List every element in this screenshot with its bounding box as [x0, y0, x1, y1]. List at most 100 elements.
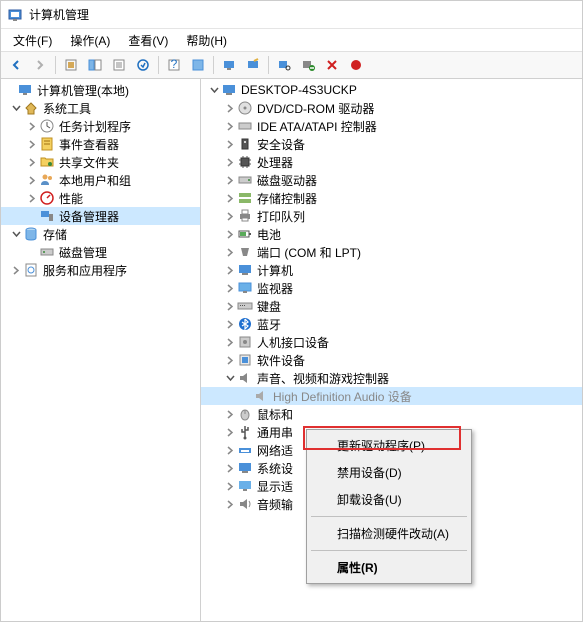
expand-icon[interactable] — [223, 461, 237, 475]
expand-icon[interactable] — [25, 155, 39, 169]
expand-icon[interactable] — [223, 335, 237, 349]
expand-icon[interactable] — [25, 173, 39, 187]
forward-button[interactable] — [29, 54, 51, 76]
tree-system-tools[interactable]: 系统工具 — [1, 99, 200, 117]
console-button[interactable] — [218, 54, 240, 76]
keyboard-icon — [237, 298, 253, 314]
window-title: 计算机管理 — [29, 6, 89, 23]
expand-icon[interactable] — [223, 353, 237, 367]
toolbar: ? — [1, 51, 582, 79]
stop-button[interactable] — [345, 54, 367, 76]
expand-icon[interactable] — [223, 281, 237, 295]
collapse-icon[interactable] — [9, 227, 23, 241]
expand-icon[interactable] — [25, 119, 39, 133]
export-button[interactable] — [132, 54, 154, 76]
scan-hardware-button[interactable] — [273, 54, 295, 76]
device-mouse[interactable]: 鼠标和 — [201, 405, 582, 423]
refresh-button[interactable] — [187, 54, 209, 76]
back-button[interactable] — [5, 54, 27, 76]
expand-icon[interactable] — [223, 119, 237, 133]
tree-event-viewer[interactable]: 事件查看器 — [1, 135, 200, 153]
expand-icon[interactable] — [223, 101, 237, 115]
expand-icon[interactable] — [223, 191, 237, 205]
collapse-icon[interactable] — [9, 101, 23, 115]
node-label: 蓝牙 — [257, 316, 281, 333]
content-area: 计算机管理(本地) 系统工具 任务计划程序 事件查看器 共享文件夹 本地用户和组 — [1, 79, 582, 621]
toolbar-separator — [213, 56, 214, 74]
expand-icon[interactable] — [25, 191, 39, 205]
tree-storage[interactable]: 存储 — [1, 225, 200, 243]
tree-root[interactable]: 计算机管理(本地) — [1, 81, 200, 99]
delete-button[interactable] — [321, 54, 343, 76]
device-processors[interactable]: 处理器 — [201, 153, 582, 171]
show-hide-button[interactable] — [84, 54, 106, 76]
pc-icon — [237, 262, 253, 278]
node-label: 存储 — [43, 226, 67, 243]
tree-performance[interactable]: 性能 — [1, 189, 200, 207]
expand-icon[interactable] — [223, 137, 237, 151]
menu-view[interactable]: 查看(V) — [120, 30, 176, 51]
new-window-button[interactable] — [242, 54, 264, 76]
right-tree-pane[interactable]: DESKTOP-4S3UCKP DVD/CD-ROM 驱动器 IDE ATA/A… — [201, 79, 582, 621]
ctx-scan[interactable]: 扫描检测硬件改动(A) — [309, 520, 469, 547]
expand-icon[interactable] — [223, 173, 237, 187]
collapse-icon[interactable] — [207, 83, 221, 97]
device-software[interactable]: 软件设备 — [201, 351, 582, 369]
device-batteries[interactable]: 电池 — [201, 225, 582, 243]
device-computer-root[interactable]: DESKTOP-4S3UCKP — [201, 81, 582, 99]
expand-icon[interactable] — [223, 155, 237, 169]
expand-icon[interactable] — [223, 317, 237, 331]
expand-icon[interactable] — [9, 263, 23, 277]
expander-icon[interactable] — [3, 83, 17, 97]
device-print-queues[interactable]: 打印队列 — [201, 207, 582, 225]
ctx-uninstall[interactable]: 卸载设备(U) — [309, 486, 469, 513]
remove-button[interactable] — [297, 54, 319, 76]
tree-disk-management[interactable]: 磁盘管理 — [1, 243, 200, 261]
toolbar-separator — [158, 56, 159, 74]
help-button[interactable]: ? — [163, 54, 185, 76]
expand-icon[interactable] — [223, 443, 237, 457]
device-monitors[interactable]: 监视器 — [201, 279, 582, 297]
expand-icon[interactable] — [223, 407, 237, 421]
up-button[interactable] — [60, 54, 82, 76]
tree-device-manager[interactable]: 设备管理器 — [1, 207, 200, 225]
device-keyboards[interactable]: 键盘 — [201, 297, 582, 315]
menu-action[interactable]: 操作(A) — [62, 30, 118, 51]
menubar: 文件(F) 操作(A) 查看(V) 帮助(H) — [1, 29, 582, 51]
toolbar-separator — [55, 56, 56, 74]
expand-icon[interactable] — [25, 137, 39, 151]
expand-icon[interactable] — [223, 425, 237, 439]
expand-icon[interactable] — [223, 299, 237, 313]
device-ports[interactable]: 端口 (COM 和 LPT) — [201, 243, 582, 261]
device-security[interactable]: 安全设备 — [201, 135, 582, 153]
device-bluetooth[interactable]: 蓝牙 — [201, 315, 582, 333]
device-ide[interactable]: IDE ATA/ATAPI 控制器 — [201, 117, 582, 135]
left-tree-pane[interactable]: 计算机管理(本地) 系统工具 任务计划程序 事件查看器 共享文件夹 本地用户和组 — [1, 79, 201, 621]
collapse-icon[interactable] — [223, 371, 237, 385]
tree-local-users[interactable]: 本地用户和组 — [1, 171, 200, 189]
ctx-disable[interactable]: 禁用设备(D) — [309, 459, 469, 486]
expand-icon[interactable] — [223, 263, 237, 277]
device-hd-audio[interactable]: High Definition Audio 设备 — [201, 387, 582, 405]
expand-icon[interactable] — [223, 227, 237, 241]
device-hid[interactable]: 人机接口设备 — [201, 333, 582, 351]
node-label: 端口 (COM 和 LPT) — [257, 244, 361, 261]
ctx-update-driver[interactable]: 更新驱动程序(P) — [309, 432, 469, 459]
expand-icon[interactable] — [223, 497, 237, 511]
menu-file[interactable]: 文件(F) — [5, 30, 60, 51]
device-disk-drives[interactable]: 磁盘驱动器 — [201, 171, 582, 189]
expand-icon[interactable] — [223, 245, 237, 259]
tree-shared-folders[interactable]: 共享文件夹 — [1, 153, 200, 171]
device-computers[interactable]: 计算机 — [201, 261, 582, 279]
menu-help[interactable]: 帮助(H) — [178, 30, 235, 51]
device-storage-ctrl[interactable]: 存储控制器 — [201, 189, 582, 207]
properties-button[interactable] — [108, 54, 130, 76]
expand-icon[interactable] — [223, 479, 237, 493]
ctx-properties[interactable]: 属性(R) — [309, 554, 469, 581]
expand-icon[interactable] — [223, 209, 237, 223]
device-audio-controllers[interactable]: 声音、视频和游戏控制器 — [201, 369, 582, 387]
node-label: 键盘 — [257, 298, 281, 315]
tree-services-apps[interactable]: 服务和应用程序 — [1, 261, 200, 279]
tree-task-scheduler[interactable]: 任务计划程序 — [1, 117, 200, 135]
device-dvd[interactable]: DVD/CD-ROM 驱动器 — [201, 99, 582, 117]
